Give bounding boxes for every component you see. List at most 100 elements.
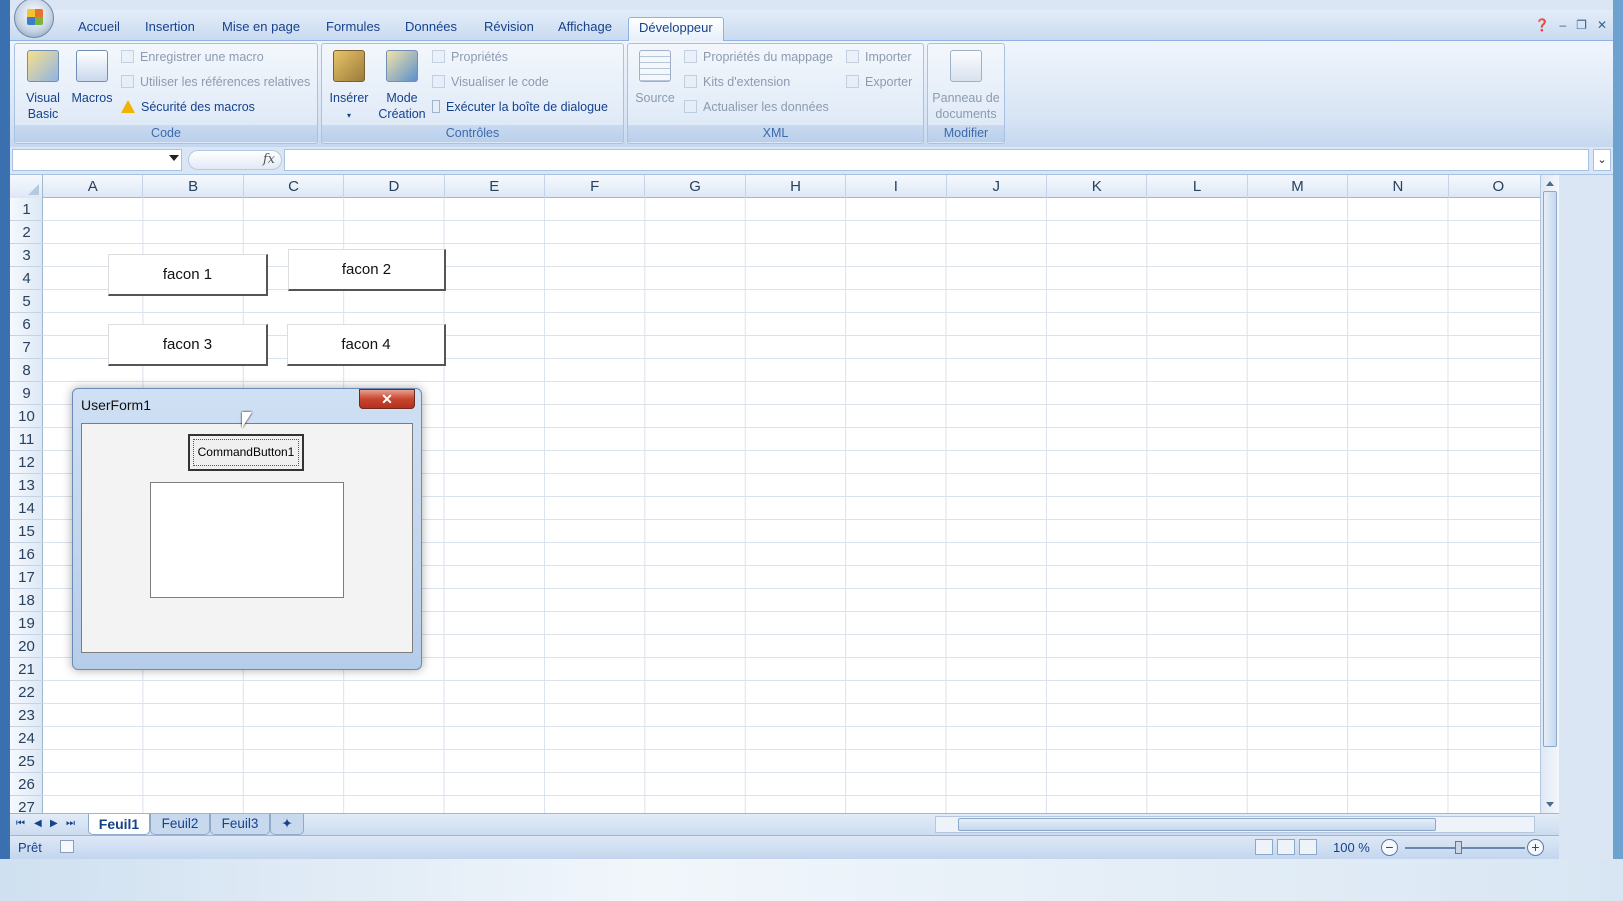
zoom-out-icon[interactable]: − [1381,839,1398,856]
row-header[interactable]: 3 [10,244,43,267]
chevron-down-icon[interactable] [169,155,179,161]
row-header[interactable]: 27 [10,796,43,813]
row-header[interactable]: 25 [10,750,43,773]
row-header[interactable]: 14 [10,497,43,520]
prev-sheet-icon[interactable]: ◀ [34,818,42,829]
row-header[interactable]: 15 [10,520,43,543]
tab-revision[interactable]: Révision [474,17,544,41]
expansion-packs-button[interactable]: Kits d'extension [684,72,790,92]
column-header[interactable]: O [1449,175,1540,198]
row-header[interactable]: 20 [10,635,43,658]
facon-2-button[interactable]: facon 2 [288,249,446,291]
zoom-in-icon[interactable]: + [1527,839,1544,856]
command-button-1[interactable]: CommandButton1 [188,434,304,471]
row-header[interactable]: 5 [10,290,43,313]
help-icon[interactable]: ❓ [1535,18,1550,32]
map-properties-button[interactable]: Propriétés du mappage [684,47,833,67]
column-header[interactable]: I [846,175,947,198]
row-header[interactable]: 1 [10,198,43,221]
row-header[interactable]: 16 [10,543,43,566]
column-header[interactable]: E [445,175,545,198]
close-icon[interactable]: ✕ [1597,18,1607,32]
next-sheet-icon[interactable]: ▶ [50,818,58,829]
normal-view-icon[interactable] [1255,839,1273,855]
userform-close-button[interactable]: ✕ [359,389,415,409]
row-header[interactable]: 13 [10,474,43,497]
column-header[interactable]: B [143,175,244,198]
insert-sheet-icon[interactable]: ✦ [270,814,304,835]
row-header[interactable]: 9 [10,382,43,405]
page-layout-view-icon[interactable] [1277,839,1295,855]
first-sheet-icon[interactable]: ⏮ [16,818,25,829]
row-header[interactable]: 4 [10,267,43,290]
facon-1-button[interactable]: facon 1 [108,254,268,296]
last-sheet-icon[interactable]: ⏭ [66,818,75,829]
macro-record-icon[interactable] [60,840,74,853]
view-code-button[interactable]: Visualiser le code [432,72,549,92]
row-header[interactable]: 23 [10,704,43,727]
row-header[interactable]: 10 [10,405,43,428]
row-header[interactable]: 2 [10,221,43,244]
formula-input[interactable] [284,149,1589,171]
visual-basic-button[interactable]: Visual Basic [21,50,65,122]
vertical-scroll-thumb[interactable] [1543,191,1557,747]
facon-4-button[interactable]: facon 4 [287,324,446,366]
row-header[interactable]: 19 [10,612,43,635]
row-header[interactable]: 17 [10,566,43,589]
listbox[interactable] [150,482,344,598]
zoom-slider[interactable] [1405,847,1525,849]
column-header[interactable]: A [43,175,144,198]
row-header[interactable]: 11 [10,428,43,451]
tab-developpeur[interactable]: Développeur [628,17,724,41]
select-all-button[interactable] [10,175,43,198]
sheet-tab-feuil3[interactable]: Feuil3 [210,814,270,835]
design-mode-button[interactable]: Mode Création [376,50,428,122]
row-header[interactable]: 8 [10,359,43,382]
scroll-up-icon[interactable] [1546,181,1554,186]
vertical-scrollbar[interactable] [1540,175,1559,813]
row-header[interactable]: 24 [10,727,43,750]
column-header[interactable]: H [746,175,847,198]
properties-button[interactable]: Propriétés [432,47,508,67]
tab-insertion[interactable]: Insertion [135,17,205,41]
column-header[interactable]: M [1248,175,1349,198]
page-break-view-icon[interactable] [1299,839,1317,855]
office-button[interactable] [14,0,54,38]
expand-formula-bar-icon[interactable]: ⌄ [1593,149,1611,171]
zoom-level[interactable]: 100 % [1333,840,1370,855]
zoom-slider-thumb[interactable] [1455,841,1462,854]
macro-security-button[interactable]: Sécurité des macros [121,97,255,117]
column-header[interactable]: J [947,175,1047,198]
facon-3-button[interactable]: facon 3 [108,324,268,366]
tab-accueil[interactable]: Accueil [68,17,130,41]
sheet-tab-feuil1[interactable]: Feuil1 [88,814,150,835]
column-header[interactable]: K [1047,175,1148,198]
tab-affichage[interactable]: Affichage [548,17,622,41]
macros-button[interactable]: Macros [67,50,117,106]
sheet-tab-feuil2[interactable]: Feuil2 [150,814,210,835]
export-button[interactable]: Exporter [846,72,912,92]
scroll-down-icon[interactable] [1546,802,1554,807]
row-header[interactable]: 12 [10,451,43,474]
insert-control-button[interactable]: Insérer ▾ [326,50,372,124]
horizontal-scrollbar[interactable] [935,816,1535,833]
row-header[interactable]: 22 [10,681,43,704]
row-header[interactable]: 6 [10,313,43,336]
column-header[interactable]: L [1147,175,1248,198]
tab-donnees[interactable]: Données [395,17,467,41]
column-header[interactable]: G [645,175,746,198]
record-macro-button[interactable]: Enregistrer une macro [121,47,264,67]
relative-refs-button[interactable]: Utiliser les références relatives [121,72,310,92]
source-button[interactable]: Source [632,50,678,106]
restore-icon[interactable]: ❐ [1576,18,1587,32]
column-header[interactable]: N [1348,175,1449,198]
column-header[interactable]: F [545,175,646,198]
name-box[interactable] [12,149,182,171]
row-header[interactable]: 18 [10,589,43,612]
document-panel-button[interactable]: Panneau de documents [930,50,1002,122]
tab-mise-en-page[interactable]: Mise en page [212,17,310,41]
refresh-data-button[interactable]: Actualiser les données [684,97,829,117]
row-header[interactable]: 7 [10,336,43,359]
minimize-icon[interactable]: – [1559,18,1566,32]
column-header[interactable]: C [244,175,345,198]
